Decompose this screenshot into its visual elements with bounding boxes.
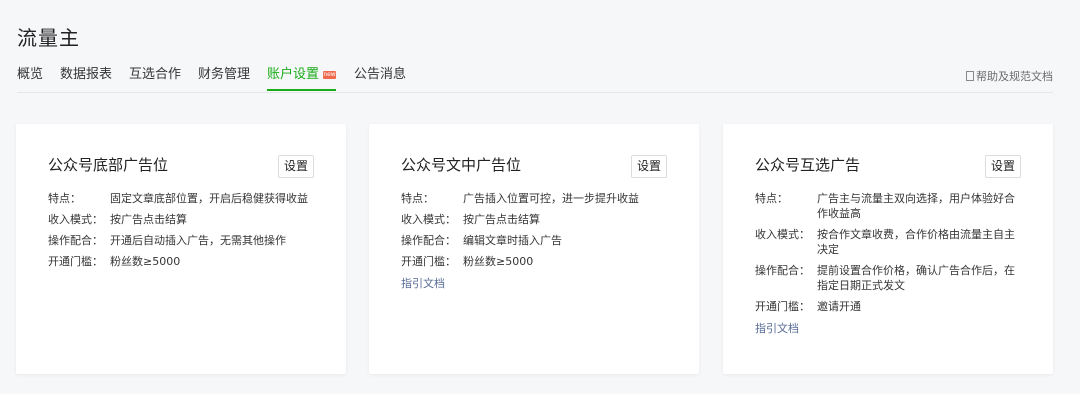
row-value: 按合作文章收费，合作价格由流量主自主决定 xyxy=(817,228,1015,256)
row-value: 按广告点击结算 xyxy=(463,213,540,226)
feature-row: 特点： 广告插入位置可控，进一步提升收益 xyxy=(401,191,667,206)
settings-button[interactable]: 设置 xyxy=(985,155,1021,178)
tab-data-report[interactable]: 数据报表 xyxy=(60,66,112,91)
document-icon xyxy=(966,71,974,81)
card-title: 公众号底部广告位 xyxy=(48,156,169,174)
feature-row: 特点： 广告主与流量主双向选择，用户体验好合作收益高 xyxy=(755,191,1021,221)
help-link-label: 帮助及规范文档 xyxy=(976,70,1053,83)
feature-row: 特点： 固定文章底部位置，开启后稳健获得收益 xyxy=(48,191,314,206)
page-title: 流量主 xyxy=(17,26,80,50)
tab-announcements[interactable]: 公告消息 xyxy=(354,66,406,91)
row-value: 粉丝数≥5000 xyxy=(463,255,534,268)
card-mutual-selection-ad: 公众号互选广告 设置 特点： 广告主与流量主双向选择，用户体验好合作收益高 收入模… xyxy=(723,124,1053,374)
row-value: 编辑文章时插入广告 xyxy=(463,234,562,247)
row-value: 固定文章底部位置，开启后稳健获得收益 xyxy=(110,192,308,205)
row-label: 操作配合： xyxy=(755,264,810,277)
row-value: 邀请开通 xyxy=(817,300,861,313)
card-bottom-ad: 公众号底部广告位 设置 特点： 固定文章底部位置，开启后稳健获得收益 收入模式： 按… xyxy=(16,124,346,374)
row-label: 开通门槛： xyxy=(48,255,103,268)
settings-button[interactable]: 设置 xyxy=(631,155,667,178)
card-in-article-ad: 公众号文中广告位 设置 特点： 广告插入位置可控，进一步提升收益 收入模式： 按广告… xyxy=(369,124,699,374)
row-value: 广告主与流量主双向选择，用户体验好合作收益高 xyxy=(817,192,1015,220)
row-label: 操作配合： xyxy=(401,234,456,247)
tab-mutual-selection[interactable]: 互选合作 xyxy=(129,66,181,91)
operation-row: 操作配合： 提前设置合作价格，确认广告合作后，在指定日期正式发文 xyxy=(755,263,1021,293)
tab-account-settings[interactable]: 账户设置 new xyxy=(267,66,337,91)
income-mode-row: 收入模式： 按广告点击结算 xyxy=(401,212,667,227)
operation-row: 操作配合： 编辑文章时插入广告 xyxy=(401,233,667,248)
row-label: 收入模式： xyxy=(401,213,456,226)
card-title: 公众号互选广告 xyxy=(755,156,861,174)
help-link[interactable]: 帮助及规范文档 xyxy=(966,68,1053,84)
new-badge: new xyxy=(323,70,337,79)
tab-account-settings-label: 账户设置 xyxy=(267,67,320,82)
tab-finance[interactable]: 财务管理 xyxy=(198,66,250,91)
row-label: 开通门槛： xyxy=(755,300,810,313)
row-label: 操作配合： xyxy=(48,234,103,247)
threshold-row: 开通门槛： 粉丝数≥5000 xyxy=(401,254,667,269)
guide-doc-link[interactable]: 指引文档 xyxy=(755,320,1021,336)
row-label: 开通门槛： xyxy=(401,255,456,268)
income-mode-row: 收入模式： 按合作文章收费，合作价格由流量主自主决定 xyxy=(755,227,1021,257)
row-value: 粉丝数≥5000 xyxy=(110,255,181,268)
threshold-row: 开通门槛： 邀请开通 xyxy=(755,299,1021,314)
row-value: 开通后自动插入广告，无需其他操作 xyxy=(110,234,286,247)
row-label: 特点： xyxy=(48,192,81,205)
row-label: 特点： xyxy=(755,192,788,205)
operation-row: 操作配合： 开通后自动插入广告，无需其他操作 xyxy=(48,233,314,248)
row-value: 提前设置合作价格，确认广告合作后，在指定日期正式发文 xyxy=(817,264,1015,292)
threshold-row: 开通门槛： 粉丝数≥5000 xyxy=(48,254,314,269)
settings-button[interactable]: 设置 xyxy=(278,155,314,178)
row-label: 收入模式： xyxy=(755,228,810,241)
card-title: 公众号文中广告位 xyxy=(401,156,522,174)
income-mode-row: 收入模式： 按广告点击结算 xyxy=(48,212,314,227)
tab-overview[interactable]: 概览 xyxy=(17,66,43,91)
row-label: 收入模式： xyxy=(48,213,103,226)
row-value: 按广告点击结算 xyxy=(110,213,187,226)
tab-bar: 概览 数据报表 互选合作 财务管理 账户设置 new 公告消息 帮助及规范文档 xyxy=(17,66,1053,93)
row-label: 特点： xyxy=(401,192,434,205)
guide-doc-link[interactable]: 指引文档 xyxy=(401,275,667,291)
row-value: 广告插入位置可控，进一步提升收益 xyxy=(463,192,639,205)
